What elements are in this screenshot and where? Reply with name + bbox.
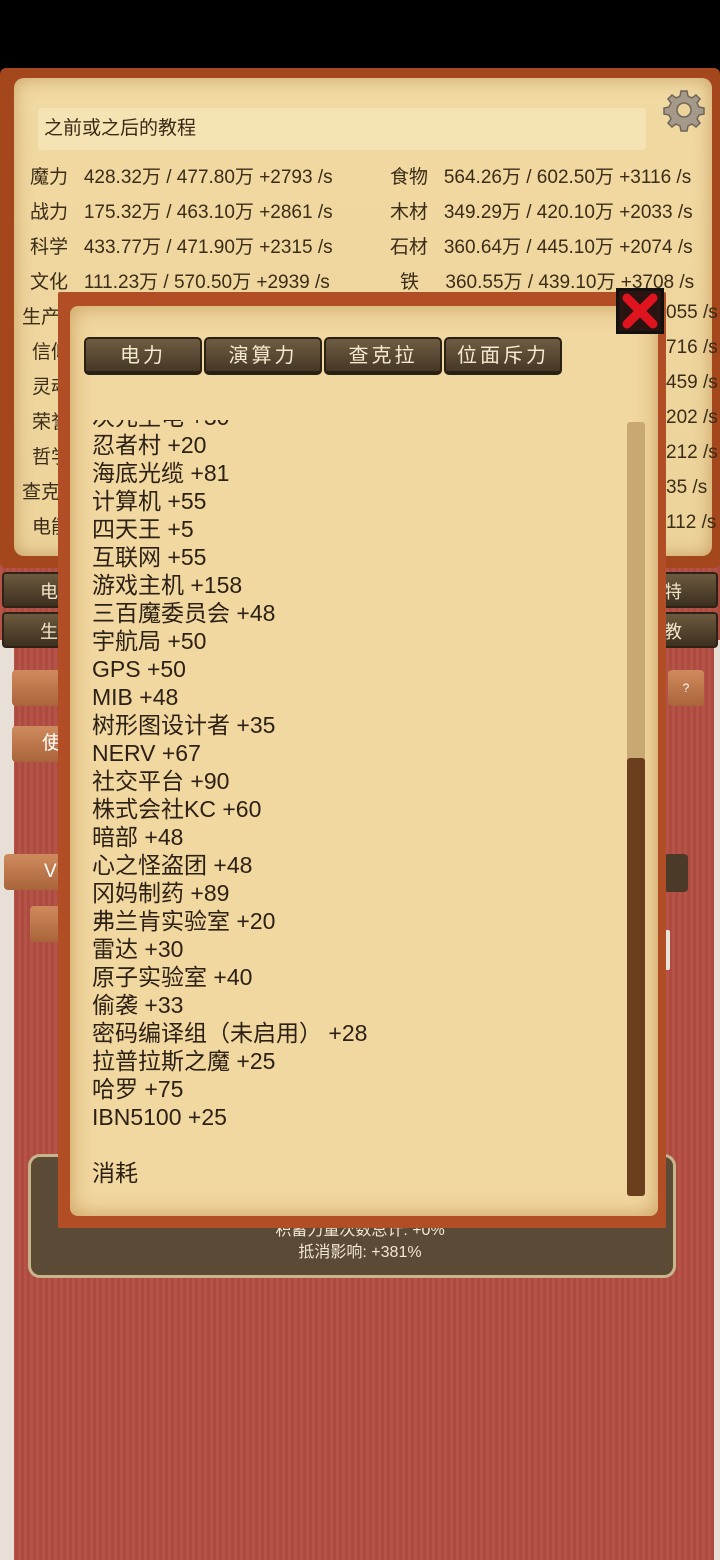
stat-row: 魔力 428.32万 / 477.80万 +2793 /s <box>30 162 333 189</box>
stat-row: 木材 349.29万 / 420.10万 +2033 /s <box>390 197 720 224</box>
stat-name: 铁 <box>400 272 420 293</box>
stat-row: 战力 175.32万 / 463.10万 +2861 /s <box>30 197 333 224</box>
stat-name: 战力 <box>30 202 69 223</box>
list-item: 四天王 +5 <box>92 516 194 542</box>
list-item: 暗部 +48 <box>92 824 184 850</box>
stat-name: 查克 <box>22 482 60 503</box>
stat-value: 202 /s <box>666 407 718 428</box>
list-item: 雷达 +30 <box>92 936 184 962</box>
stat-value: 564.26万 / 602.50万 +3116 /s <box>443 167 692 188</box>
list-item: 宇航局 +50 <box>92 628 207 654</box>
list-item: 株式会社KC +60 <box>92 796 262 822</box>
list-item: 互联网 +55 <box>92 544 207 570</box>
close-icon[interactable] <box>616 288 664 334</box>
stat-value: 716 /s <box>666 337 718 358</box>
stat-name: 生产 <box>22 307 60 328</box>
tutorial-text: 之前或之后的教程 <box>44 118 197 139</box>
status-bar-area <box>0 0 720 68</box>
detail-list[interactable]: 次元生电 +30 忍者村 +20 海底光缆 +81 计算机 +55 四天王 +5… <box>92 420 622 1190</box>
stat-name: 信仰 <box>32 342 60 363</box>
tutorial-bar[interactable]: 之前或之后的教程 <box>38 108 646 150</box>
stat-name: 木材 <box>390 202 429 223</box>
stat-row: 文化 111.23万 / 570.50万 +2939 /s <box>30 267 330 294</box>
stat-name: 石材 <box>390 237 429 258</box>
stat-value: 428.32万 / 477.80万 +2793 /s <box>83 167 333 188</box>
stat-row: 石材 360.64万 / 445.10万 +2074 /s <box>390 232 720 259</box>
list-item: 社交平台 +90 <box>92 768 230 794</box>
tab-electric-power[interactable]: 电力 <box>84 337 202 375</box>
stat-value: 459 /s <box>666 372 718 393</box>
info-line: 抵消影响: +381% <box>298 1244 422 1261</box>
list-item: 哈罗 +75 <box>92 1076 184 1102</box>
stat-value: 433.77万 / 471.90万 +2315 /s <box>83 237 333 258</box>
scrollbar-thumb[interactable] <box>627 758 645 1196</box>
tab-plane-repulsion[interactable]: 位面斥力 <box>444 337 562 375</box>
stat-row: 铁 360.55万 / 439.10万 +3708 /s <box>400 267 720 294</box>
list-item: 海底光缆 +81 <box>92 460 230 486</box>
background-edge <box>0 640 14 1560</box>
stat-value: 349.29万 / 420.10万 +2033 /s <box>443 202 693 223</box>
stat-value: 055 /s <box>666 302 718 323</box>
stat-value: 175.32万 / 463.10万 +2861 /s <box>83 202 333 223</box>
stat-name: 电能 <box>32 517 60 538</box>
help-button[interactable]: ? <box>668 670 704 706</box>
stat-name: 魔力 <box>30 167 69 188</box>
side-tab[interactable] <box>664 854 688 892</box>
list-item: NERV +67 <box>92 740 201 766</box>
stat-row: 食物 564.26万 / 602.50万 +3116 /s <box>390 162 720 189</box>
list-item: 忍者村 +20 <box>92 432 207 458</box>
stat-name: 荣誉 <box>32 412 60 433</box>
background-edge <box>714 640 720 1560</box>
stat-name: 文化 <box>30 272 69 293</box>
stat-value: 112 /s <box>666 512 717 533</box>
list-item: 原子实验室 +40 <box>92 964 253 990</box>
list-item: 心之怪盗团 +48 <box>92 852 253 878</box>
stat-name: 灵魂 <box>32 377 60 398</box>
list-item: 次元生电 +30 <box>92 420 229 431</box>
list-item: 拉普拉斯之魔 +25 <box>92 1048 276 1074</box>
list-item: 游戏主机 +158 <box>92 572 243 598</box>
list-item: MIB +48 <box>92 684 179 710</box>
tab-computing-power[interactable]: 演算力 <box>204 337 322 375</box>
list-section-heading: 消耗 <box>92 1160 138 1186</box>
stat-value: 35 /s <box>666 477 708 498</box>
stat-value: 360.64万 / 445.10万 +2074 /s <box>443 237 693 258</box>
list-item: 偷袭 +33 <box>92 992 184 1018</box>
list-item: 冈妈制药 +89 <box>92 880 230 906</box>
gear-icon[interactable] <box>662 88 706 132</box>
stat-value: 212 /s <box>666 442 718 463</box>
list-item: 树形图设计者 +35 <box>92 712 276 738</box>
stat-name: 哲学 <box>32 447 60 468</box>
list-item: 密码编译组（未启用） +28 <box>92 1020 368 1046</box>
stat-name: 科学 <box>30 237 69 258</box>
stat-name: 食物 <box>390 167 429 188</box>
list-item: 三百魔委员会 +48 <box>92 600 276 626</box>
list-item: GPS +50 <box>92 656 186 682</box>
stat-value: 111.23万 / 570.50万 +2939 /s <box>83 272 330 293</box>
list-item: 弗兰肯实验室 +20 <box>92 908 276 934</box>
list-item: 计算机 +55 <box>92 488 207 514</box>
tab-chakra[interactable]: 查克拉 <box>324 337 442 375</box>
list-item: IBN5100 +25 <box>92 1104 227 1130</box>
stat-row: 科学 433.77万 / 471.90万 +2315 /s <box>30 232 333 259</box>
